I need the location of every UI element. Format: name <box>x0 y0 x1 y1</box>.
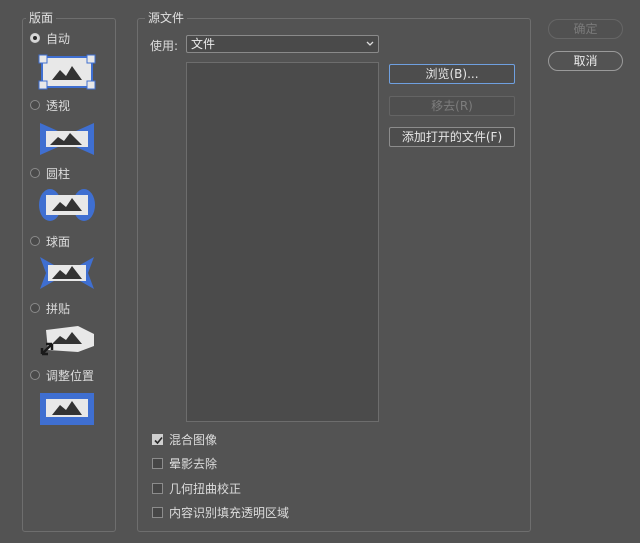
source-file-list[interactable] <box>186 62 379 422</box>
vignette-removal-checkbox[interactable] <box>152 457 163 469</box>
layout-option-perspective-label: 透视 <box>46 98 71 113</box>
layout-option-reposition[interactable]: 调整位置 <box>30 367 94 383</box>
blend-images-option[interactable]: 混合图像 <box>152 431 217 447</box>
blend-images-checkbox[interactable] <box>152 433 163 445</box>
radio-collage[interactable] <box>30 303 40 313</box>
browse-button[interactable]: 浏览(B)... <box>389 64 515 84</box>
layout-option-auto-label: 自动 <box>46 31 71 46</box>
use-label: 使用: <box>150 39 179 53</box>
content-aware-fill-label: 内容识别填充透明区域 <box>169 505 290 520</box>
layout-option-collage-label: 拼贴 <box>46 301 71 316</box>
layout-group-title: 版面 <box>26 11 57 25</box>
cylindrical-layout-icon <box>39 189 95 221</box>
radio-cylindrical[interactable] <box>30 168 40 178</box>
layout-option-spherical-label: 球面 <box>46 234 71 249</box>
layout-option-spherical[interactable]: 球面 <box>30 233 70 249</box>
add-open-files-button[interactable]: 添加打开的文件(F) <box>389 127 515 147</box>
geometric-distortion-checkbox[interactable] <box>152 482 163 494</box>
layout-option-cylindrical[interactable]: 圆柱 <box>30 165 70 181</box>
source-group-title: 源文件 <box>145 11 188 25</box>
layout-option-collage[interactable]: 拼贴 <box>30 300 70 316</box>
cancel-button[interactable]: 取消 <box>548 51 623 71</box>
radio-reposition[interactable] <box>30 370 40 380</box>
chevron-down-icon <box>366 41 374 46</box>
content-aware-fill-checkbox[interactable] <box>152 506 163 518</box>
collage-layout-icon <box>40 326 94 356</box>
geometric-distortion-label: 几何扭曲校正 <box>169 481 242 496</box>
ok-button[interactable]: 确定 <box>548 19 623 39</box>
radio-perspective[interactable] <box>30 100 40 110</box>
geometric-distortion-option[interactable]: 几何扭曲校正 <box>152 480 241 496</box>
perspective-layout-icon <box>40 123 94 155</box>
checkmark-icon <box>154 436 163 444</box>
vignette-removal-label: 晕影去除 <box>169 456 218 471</box>
use-select[interactable]: 文件 <box>186 35 379 53</box>
spherical-layout-icon <box>40 257 94 289</box>
radio-auto[interactable] <box>30 33 40 43</box>
use-select-value: 文件 <box>191 37 216 51</box>
vignette-removal-option[interactable]: 晕影去除 <box>152 455 217 471</box>
reposition-layout-icon <box>40 393 94 425</box>
remove-button[interactable]: 移去(R) <box>389 96 515 116</box>
content-aware-fill-option[interactable]: 内容识别填充透明区域 <box>152 504 289 520</box>
radio-spherical[interactable] <box>30 236 40 246</box>
layout-option-cylindrical-label: 圆柱 <box>46 166 71 181</box>
layout-option-perspective[interactable]: 透视 <box>30 97 70 113</box>
layout-option-reposition-label: 调整位置 <box>46 368 95 383</box>
layout-option-auto[interactable]: 自动 <box>30 30 70 46</box>
blend-images-label: 混合图像 <box>169 432 218 447</box>
auto-layout-icon <box>38 54 96 90</box>
